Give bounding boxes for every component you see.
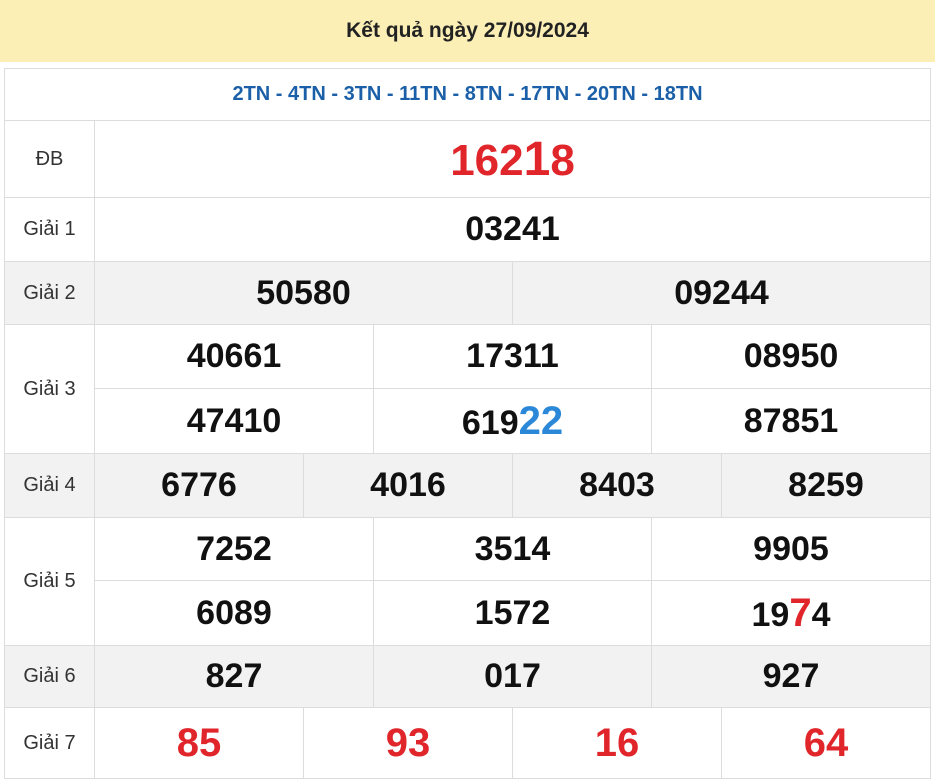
g5-number: 7252 xyxy=(94,517,374,581)
g7-number: 16 xyxy=(512,707,722,779)
g4-number: 8403 xyxy=(512,453,722,518)
prize-label-g2: Giải 2 xyxy=(4,261,95,325)
g3-number-prefix: 619 xyxy=(461,403,519,442)
g4-number: 8259 xyxy=(721,453,931,518)
g3-number: 17311 xyxy=(373,324,652,389)
g6-number: 017 xyxy=(373,645,652,708)
prize-row-g7: Giải 7 85 93 16 64 xyxy=(4,707,931,779)
g5-number-highlighted: 1974 xyxy=(651,580,931,646)
g5-number: 9905 xyxy=(651,517,931,581)
prize-row-g4: Giải 4 6776 4016 8403 8259 xyxy=(4,453,931,518)
g3-number: 40661 xyxy=(94,324,374,389)
special-prize-suffix: 8 xyxy=(550,135,575,185)
g6-number: 927 xyxy=(651,645,931,708)
g7-number: 93 xyxy=(303,707,513,779)
g3-number: 08950 xyxy=(651,324,931,389)
g2-number: 50580 xyxy=(94,261,513,325)
g3-number-highlighted: 61922 xyxy=(373,388,652,454)
prize-label-g5: Giải 5 xyxy=(4,517,95,646)
prize-row-g3: Giải 3 40661 17311 08950 xyxy=(4,324,931,454)
special-prize-highlight-digit: 1 xyxy=(523,132,551,186)
prize-row-g3b: 47410 61922 87851 xyxy=(5,388,931,454)
g5-number-tail: 4 xyxy=(811,595,831,634)
header-title: Kết quả ngày 27/09/2024 xyxy=(346,19,589,42)
g7-number: 85 xyxy=(94,707,304,779)
g3-highlight-digits: 22 xyxy=(518,398,564,443)
special-prize-prefix: 162 xyxy=(450,135,524,185)
special-prize-number: 16218 xyxy=(94,120,931,198)
g3-number: 47410 xyxy=(94,388,374,454)
g6-number: 827 xyxy=(94,645,374,708)
prize-row-db: ĐB 16218 xyxy=(4,120,931,198)
g7-number: 64 xyxy=(721,707,931,779)
results-table: 2TN - 4TN - 3TN - 11TN - 8TN - 17TN - 20… xyxy=(4,68,931,779)
g4-number: 6776 xyxy=(94,453,304,518)
g5-number: 3514 xyxy=(373,517,652,581)
g1-number: 03241 xyxy=(94,197,931,262)
prize-label-g1: Giải 1 xyxy=(4,197,95,262)
prize-label-db: ĐB xyxy=(4,120,95,198)
prize-label-g4: Giải 4 xyxy=(4,453,95,518)
prize-label-g6: Giải 6 xyxy=(4,645,95,708)
g5-number-prefix: 19 xyxy=(751,595,790,634)
g5-highlight-digit: 7 xyxy=(789,590,812,635)
prize-row-g6: Giải 6 827 017 927 xyxy=(4,645,931,708)
prize-row-g1: Giải 1 03241 xyxy=(4,197,931,262)
prize-label-g7: Giải 7 xyxy=(4,707,95,779)
g4-number: 4016 xyxy=(303,453,513,518)
result-date-header: Kết quả ngày 27/09/2024 xyxy=(0,0,935,62)
g5-number: 6089 xyxy=(94,580,374,646)
ticket-codes: 2TN - 4TN - 3TN - 11TN - 8TN - 17TN - 20… xyxy=(4,68,931,121)
prize-row-g2: Giải 2 50580 09244 xyxy=(4,261,931,325)
g5-number: 1572 xyxy=(373,580,652,646)
prize-row-g5b: 6089 1572 1974 xyxy=(5,580,931,646)
prize-label-g3: Giải 3 xyxy=(4,324,95,454)
prize-row-g5: Giải 5 7252 3514 9905 xyxy=(4,517,931,646)
g3-number: 87851 xyxy=(651,388,931,454)
g2-number: 09244 xyxy=(512,261,931,325)
codes-row: 2TN - 4TN - 3TN - 11TN - 8TN - 17TN - 20… xyxy=(4,68,931,121)
